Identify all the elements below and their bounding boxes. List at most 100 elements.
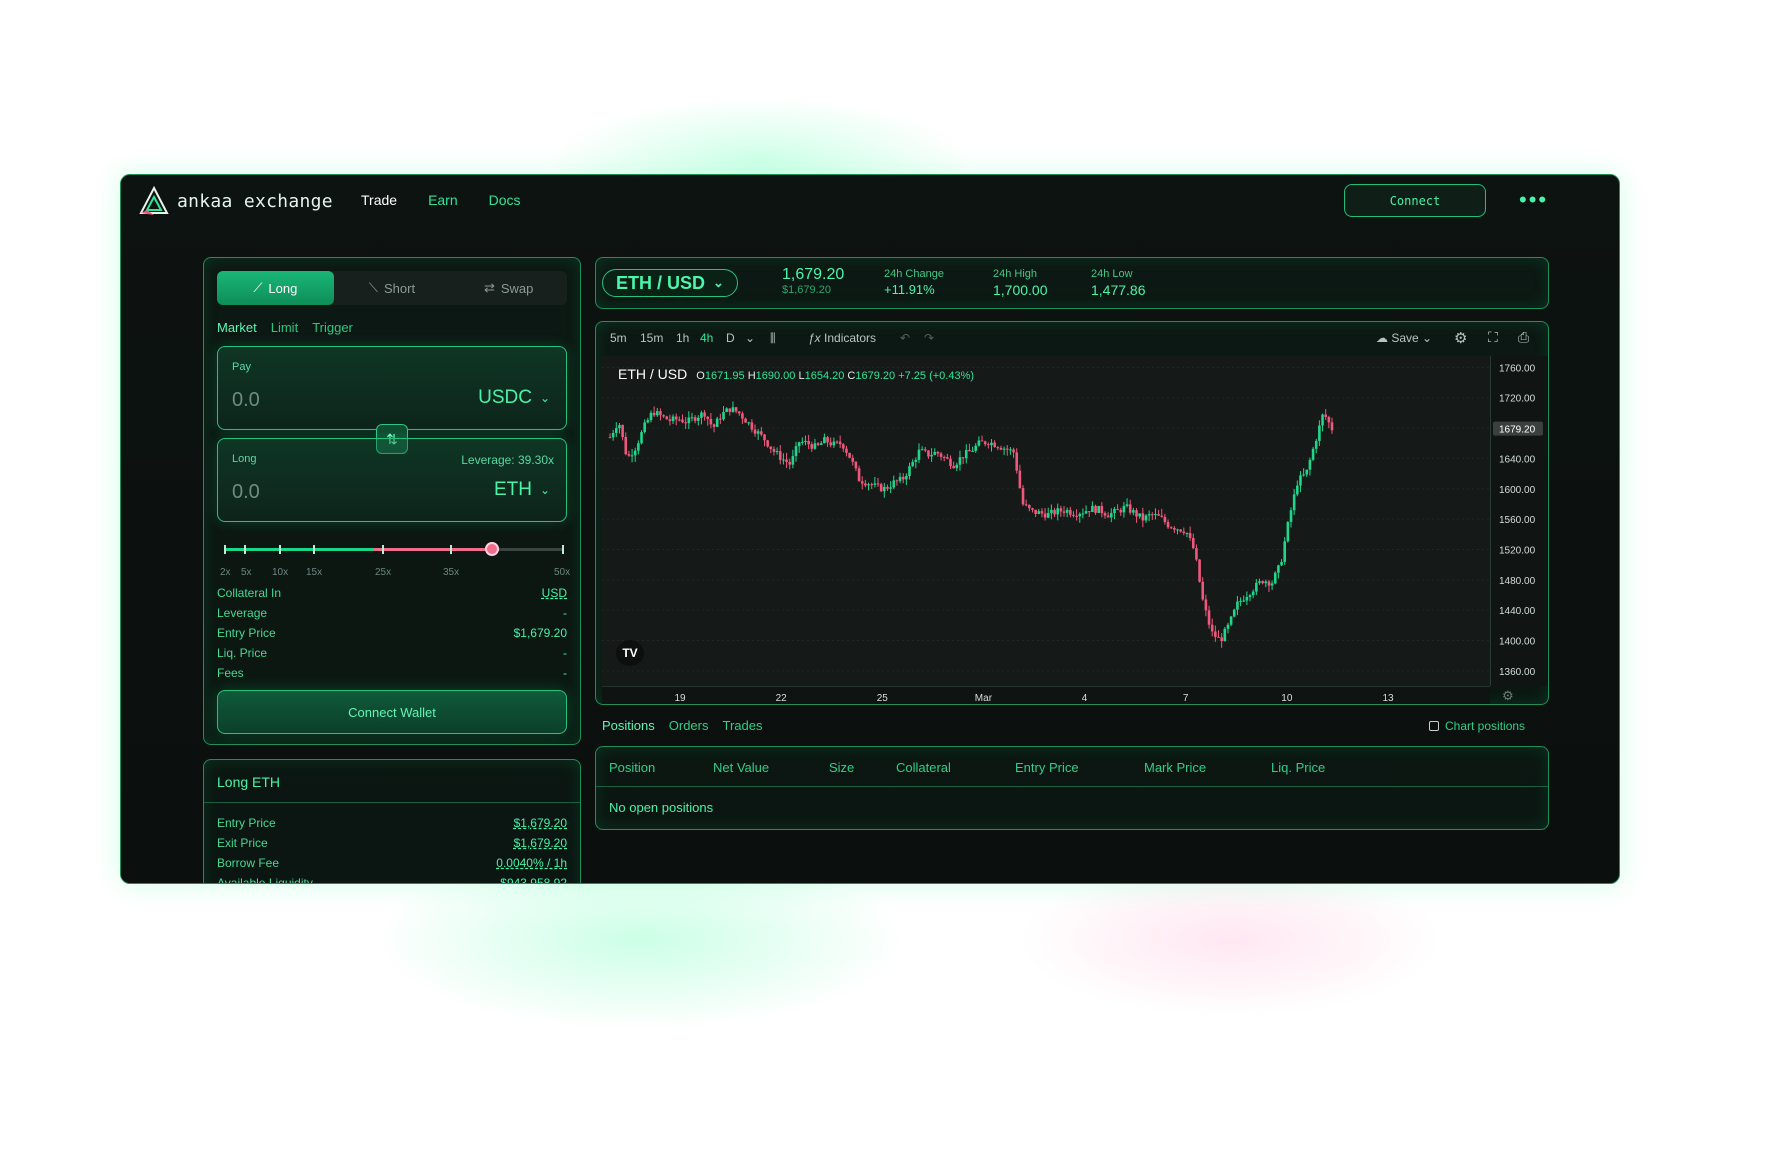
order-type-market[interactable]: Market <box>217 320 257 335</box>
interval-d[interactable]: D <box>726 331 735 345</box>
indicators-button[interactable]: ƒx Indicators <box>808 331 876 345</box>
app-window: ankaa exchange Trade Earn Docs Connect •… <box>120 174 1620 884</box>
tab-short[interactable]: ⟍ Short <box>334 271 451 305</box>
fullscreen-icon[interactable]: ⛶ <box>1488 329 1498 346</box>
candle-body <box>949 458 952 466</box>
long-field: Long Leverage: 39.30x 0.0 ETH ⌄ <box>217 438 567 522</box>
candle-body <box>1147 514 1151 516</box>
info-key: Entry Price <box>217 816 276 830</box>
candle-body <box>637 443 640 451</box>
candle-body <box>753 429 757 434</box>
candle-body <box>914 459 918 462</box>
connect-wallet-button[interactable]: Connect Wallet <box>217 690 567 734</box>
long-token-select[interactable]: ETH ⌄ <box>494 479 550 501</box>
pair-select[interactable]: ETH / USD ⌄ <box>602 269 738 297</box>
top-bar: ankaa exchange Trade Earn Docs Connect •… <box>121 175 1619 227</box>
candle-body <box>927 450 930 457</box>
order-type-limit[interactable]: Limit <box>271 320 298 335</box>
order-type-trigger[interactable]: Trigger <box>312 320 353 335</box>
tab-trades[interactable]: Trades <box>722 718 762 733</box>
nav-docs[interactable]: Docs <box>489 192 521 208</box>
slider-handle[interactable] <box>485 542 499 556</box>
candle-body <box>700 412 703 418</box>
tab-swap[interactable]: ⇄ Swap <box>450 271 567 305</box>
connect-button[interactable]: Connect <box>1344 184 1486 217</box>
time-axis[interactable]: 19 22 25 Mar 4 7 10 13 <box>602 686 1490 704</box>
candle-body <box>964 449 968 459</box>
chart-positions-toggle[interactable]: Chart positions <box>1429 719 1525 733</box>
pair-label: ETH / USD <box>616 272 706 293</box>
chevron-down-icon[interactable]: ⌄ <box>745 331 755 345</box>
candle-body <box>1232 609 1236 617</box>
candle-body <box>662 415 665 417</box>
candle-body <box>996 447 1000 449</box>
tab-long[interactable]: ⟋ Long <box>217 271 334 305</box>
tradingview-logo-icon[interactable]: TV <box>616 640 644 666</box>
collateral-select[interactable]: USD <box>542 586 567 606</box>
candle-body <box>671 416 675 422</box>
candle-body <box>1160 515 1164 517</box>
tab-positions[interactable]: Positions <box>602 718 655 733</box>
candle-body <box>1245 597 1249 601</box>
candle-body <box>1065 509 1069 513</box>
stat-label: 24h Change <box>884 268 944 280</box>
camera-icon[interactable]: ⎙ <box>1518 329 1529 346</box>
redo-icon[interactable]: ↷ <box>924 331 934 345</box>
info-row-liq-price: Liq. Price - <box>217 646 567 666</box>
stat-24h-low: 24h Low 1,477.86 <box>1091 268 1146 298</box>
chart-plot[interactable]: ETH / USD O1671.95 H1690.00 L1654.20 C16… <box>602 356 1490 686</box>
candle-body <box>936 451 940 454</box>
candle-body <box>1191 538 1195 549</box>
candle-body <box>1122 505 1126 513</box>
candle-body <box>1128 504 1132 513</box>
candle-body <box>684 422 687 424</box>
candle-body <box>835 441 839 443</box>
candle-body <box>1207 610 1211 625</box>
long-amount-input[interactable]: 0.0 <box>232 481 260 504</box>
interval-15m[interactable]: 15m <box>640 331 663 345</box>
candle-body <box>633 450 637 456</box>
tick-label: 25x <box>375 567 392 578</box>
save-button[interactable]: ☁ Save ⌄ <box>1376 331 1432 345</box>
pay-token-select[interactable]: USDC ⌄ <box>478 387 550 409</box>
candle-body <box>1150 514 1154 516</box>
candle-body <box>1217 636 1220 638</box>
stat-24h-change: 24h Change +11.91% <box>884 268 944 297</box>
candle-body <box>955 464 959 469</box>
interval-5m[interactable]: 5m <box>610 331 627 345</box>
interval-4h[interactable]: 4h <box>700 331 713 345</box>
undo-icon[interactable]: ↶ <box>900 331 910 345</box>
pay-amount-input[interactable]: 0.0 <box>232 389 260 412</box>
candle-body <box>1046 513 1050 518</box>
candle-body <box>857 468 861 482</box>
candle-body <box>766 440 769 447</box>
more-menu-icon[interactable]: ••• <box>1519 189 1548 211</box>
legend-high: 1690.00 <box>755 370 796 382</box>
x-tick-label: 25 <box>877 693 889 704</box>
y-tick-label: 1720.00 <box>1499 394 1536 405</box>
interval-1h[interactable]: 1h <box>676 331 689 345</box>
leverage-slider[interactable] <box>224 538 564 562</box>
candle-body <box>1040 511 1044 514</box>
candle-body <box>1169 527 1173 529</box>
nav-earn[interactable]: Earn <box>428 192 458 208</box>
candle-body <box>1053 509 1056 515</box>
info-row-available-liquidity: Available Liquidity $943,958.92 <box>217 876 567 884</box>
candle-body <box>939 453 943 457</box>
price-axis[interactable]: 1760.001720.001680.001640.001600.001560.… <box>1490 356 1548 686</box>
tab-orders[interactable]: Orders <box>669 718 709 733</box>
chart-panel: 5m 15m 1h 4h D ⌄ ⫼ ƒx Indicators ↶ ↷ ☁ S… <box>595 321 1549 705</box>
nav-trade[interactable]: Trade <box>361 192 397 208</box>
info-key: Available Liquidity <box>217 876 313 884</box>
axis-settings-icon[interactable]: ⚙ <box>1502 688 1514 704</box>
settings-gear-icon[interactable]: ⚙ <box>1454 329 1467 347</box>
logo[interactable]: ankaa exchange <box>139 185 333 217</box>
info-key: Collateral In <box>217 586 282 600</box>
candle-type-icon[interactable]: ⫼ <box>770 331 776 346</box>
column-header: Size <box>829 760 855 775</box>
candle-body <box>734 407 738 412</box>
candle-body <box>725 408 728 412</box>
checkbox[interactable] <box>1429 721 1439 731</box>
candle-body <box>1097 505 1100 513</box>
candle-body <box>1056 508 1060 515</box>
